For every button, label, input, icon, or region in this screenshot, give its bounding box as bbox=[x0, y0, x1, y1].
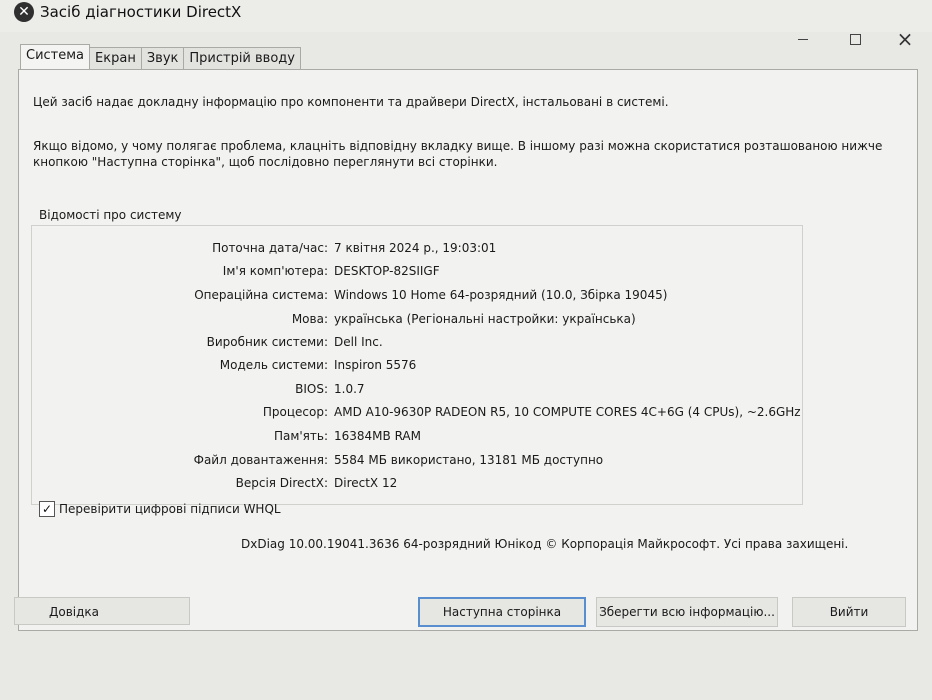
info-row-datetime: Поточна дата/час: 7 квітня 2024 р., 19:0… bbox=[32, 238, 802, 258]
tab-bar: Система Екран Звук Пристрій вводу bbox=[20, 44, 301, 70]
system-tab-panel: Цей засіб надає докладну інформацію про … bbox=[18, 69, 918, 631]
info-value: DirectX 12 bbox=[334, 476, 398, 490]
dxdiag-window: ✕ Засіб діагностики DirectX × Система Ек… bbox=[0, 0, 932, 700]
next-page-button[interactable]: Наступна сторінка bbox=[418, 597, 586, 627]
info-key: Мова: bbox=[291, 312, 328, 326]
exit-button[interactable]: Вийти bbox=[792, 597, 906, 627]
info-key: Операційна система: bbox=[194, 288, 328, 302]
close-icon: × bbox=[896, 27, 914, 51]
info-row-processor: Процесор: AMD A10-9630P RADEON R5, 10 CO… bbox=[32, 402, 802, 422]
save-all-info-button[interactable]: Зберегти всю інформацію... bbox=[596, 597, 778, 627]
info-row-page-file: Файл довантаження: 5584 МБ використано, … bbox=[32, 450, 802, 470]
tab-system[interactable]: Система bbox=[20, 44, 91, 69]
info-key: BIOS: bbox=[295, 382, 328, 396]
tab-sound[interactable]: Звук bbox=[140, 47, 185, 70]
copyright-text: DxDiag 10.00.19041.3636 64-розрядний Юні… bbox=[241, 537, 849, 551]
info-value: Inspiron 5576 bbox=[334, 358, 417, 372]
tab-display[interactable]: Екран bbox=[89, 47, 142, 70]
info-key: Пам'ять: bbox=[273, 429, 328, 443]
info-row-bios: BIOS: 1.0.7 bbox=[32, 379, 802, 399]
maximize-icon bbox=[849, 34, 861, 45]
info-value: українська (Регіональні настройки: украї… bbox=[334, 312, 636, 326]
info-value: DESKTOP-82SIIGF bbox=[334, 264, 440, 278]
whql-checkbox[interactable]: ✓ bbox=[39, 501, 55, 517]
info-value: AMD A10-9630P RADEON R5, 10 COMPUTE CORE… bbox=[334, 405, 801, 419]
info-value: Windows 10 Home 64-розрядний (10.0, Збір… bbox=[334, 288, 668, 302]
info-key: Версія DirectX: bbox=[235, 476, 328, 490]
info-value: 1.0.7 bbox=[334, 382, 365, 396]
info-value: 16384MB RAM bbox=[334, 429, 421, 443]
intro-text-1: Цей засіб надає докладну інформацію про … bbox=[33, 95, 669, 109]
info-row-language: Мова: українська (Регіональні настройки:… bbox=[32, 309, 802, 329]
minimize-icon bbox=[798, 39, 808, 40]
maximize-button[interactable] bbox=[840, 28, 870, 50]
info-row-directx-version: Версія DirectX: DirectX 12 bbox=[32, 473, 802, 493]
info-key: Процесор: bbox=[262, 405, 328, 419]
info-value: Dell Inc. bbox=[334, 335, 383, 349]
directx-x-icon: ✕ bbox=[14, 2, 34, 22]
info-row-memory: Пам'ять: 16384MB RAM bbox=[32, 426, 802, 446]
info-value: 7 квітня 2024 р., 19:03:01 bbox=[334, 241, 497, 255]
info-key: Файл довантаження: bbox=[193, 453, 328, 467]
tab-input[interactable]: Пристрій вводу bbox=[183, 47, 301, 70]
info-key: Ім'я комп'ютера: bbox=[222, 264, 328, 278]
whql-label: Перевірити цифрові підписи WHQL bbox=[59, 502, 281, 516]
system-info-group: Поточна дата/час: 7 квітня 2024 р., 19:0… bbox=[31, 225, 803, 505]
help-button[interactable]: Довідка bbox=[14, 597, 190, 625]
info-key: Поточна дата/час: bbox=[212, 241, 328, 255]
close-button[interactable]: × bbox=[890, 28, 920, 50]
info-row-model: Модель системи: Inspiron 5576 bbox=[32, 355, 802, 375]
info-row-manufacturer: Виробник системи: Dell Inc. bbox=[32, 332, 802, 352]
info-key: Модель системи: bbox=[219, 358, 328, 372]
window-title: Засіб діагностики DirectX bbox=[40, 3, 242, 21]
system-info-heading: Відомості про систему bbox=[39, 208, 182, 222]
minimize-button[interactable] bbox=[788, 28, 818, 50]
info-row-os: Операційна система: Windows 10 Home 64-р… bbox=[32, 285, 802, 305]
intro-text-2: Якщо відомо, у чому полягає проблема, кл… bbox=[33, 139, 883, 169]
info-key: Виробник системи: bbox=[206, 335, 328, 349]
info-value: 5584 МБ використано, 13181 МБ доступно bbox=[334, 453, 604, 467]
info-row-computer-name: Ім'я комп'ютера: DESKTOP-82SIIGF bbox=[32, 261, 802, 281]
